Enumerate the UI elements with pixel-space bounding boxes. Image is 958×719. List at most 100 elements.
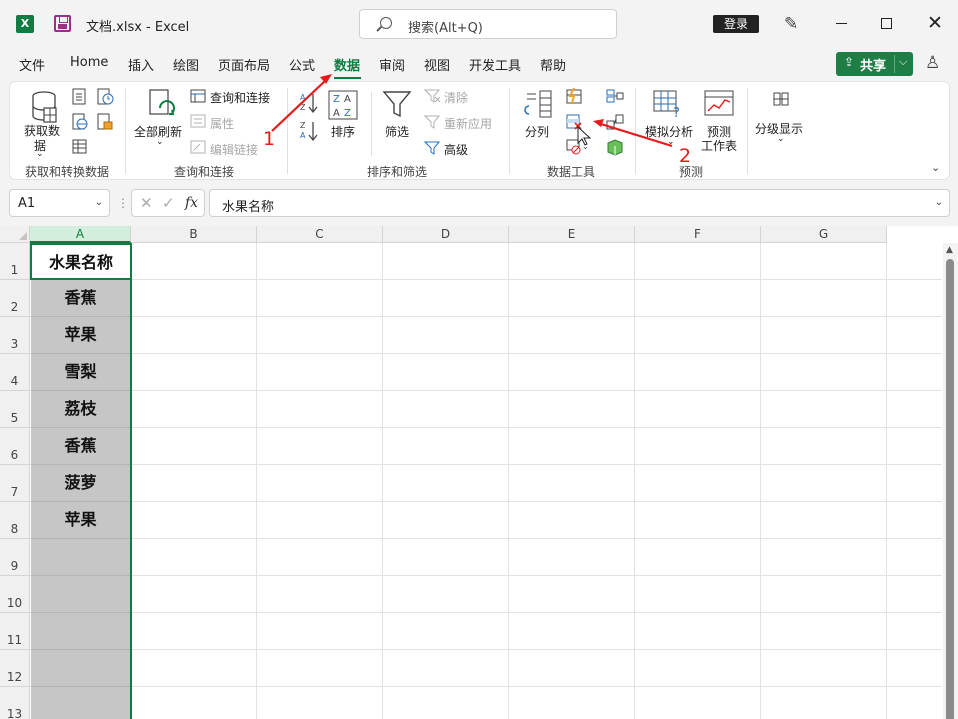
cell-a4[interactable]: 雪梨	[31, 354, 130, 391]
database-icon[interactable]	[30, 90, 58, 124]
row-header-13[interactable]: 13	[0, 687, 30, 719]
column-header-f[interactable]: F	[635, 226, 761, 243]
tab-formulas[interactable]: 公式	[289, 55, 315, 74]
cell-a8[interactable]: 苹果	[31, 502, 130, 539]
text-to-columns-label[interactable]: 分列	[525, 123, 549, 140]
chevron-down-icon[interactable]: ⌄	[36, 149, 44, 159]
expand-formula-icon[interactable]: ⌄	[935, 197, 943, 208]
cell-a12[interactable]	[31, 650, 130, 687]
tab-draw[interactable]: 绘图	[173, 55, 199, 74]
outline-icon[interactable]	[772, 91, 790, 107]
chevron-down-icon[interactable]: ⌄	[95, 197, 103, 208]
row-header-11[interactable]: 11	[0, 613, 30, 650]
tab-insert[interactable]: 插入	[128, 55, 154, 74]
row-header-8[interactable]: 8	[0, 502, 30, 539]
cell-a2[interactable]: 香蕉	[31, 280, 130, 317]
from-table-icon[interactable]	[71, 138, 89, 156]
column-header-b[interactable]: B	[131, 226, 257, 243]
data-model-icon[interactable]	[606, 138, 624, 156]
text-to-columns-icon[interactable]	[523, 90, 553, 120]
tab-review[interactable]: 审阅	[379, 55, 405, 74]
cell-a7[interactable]: 菠萝	[31, 465, 130, 502]
formula-input[interactable]: 水果名称 ⌄	[209, 189, 950, 217]
chevron-down-icon[interactable]: ⌄	[667, 137, 675, 147]
tab-page-layout[interactable]: 页面布局	[218, 55, 270, 74]
column-header-d[interactable]: D	[383, 226, 509, 243]
column-header-c[interactable]: C	[257, 226, 383, 243]
data-validation-icon[interactable]: ⌄	[565, 138, 591, 156]
sort-descending-icon[interactable]: ZA	[299, 119, 319, 145]
queries-connections-button[interactable]: 查询和连接	[210, 89, 270, 106]
spreadsheet-grid[interactable]: ABCDEFG 1 2 3 4 5 6 7 8 9 10 11 12 13 水果名称 香蕉 苹果 雪梨 荔枝 香蕉…	[0, 226, 958, 719]
tab-data[interactable]: 数据	[334, 55, 360, 74]
tab-developer[interactable]: 开发工具	[469, 55, 521, 74]
maximize-button[interactable]	[881, 18, 892, 29]
save-icon[interactable]	[54, 15, 71, 32]
minimize-button[interactable]	[836, 23, 847, 24]
row-header-2[interactable]: 2	[0, 280, 30, 317]
row-header-3[interactable]: 3	[0, 317, 30, 354]
row-header-4[interactable]: 4	[0, 354, 30, 391]
advanced-filter-icon[interactable]	[424, 140, 442, 156]
cancel-icon[interactable]: ✕	[140, 194, 153, 212]
splitter-icon[interactable]: ⋮	[117, 196, 129, 210]
row-header-12[interactable]: 12	[0, 650, 30, 687]
cell-a5[interactable]: 荔枝	[31, 391, 130, 428]
text-csv-icon[interactable]	[71, 88, 87, 106]
sort-label[interactable]: 排序	[331, 123, 355, 140]
column-header-a[interactable]: A	[30, 226, 131, 243]
sort-ascending-icon[interactable]: AZ	[299, 91, 319, 117]
from-web-icon[interactable]	[71, 113, 89, 131]
sort-icon[interactable]: Z AA Z	[328, 90, 358, 120]
insert-function-icon[interactable]: fx	[185, 195, 198, 211]
advanced-button[interactable]: 高级	[444, 141, 468, 158]
consolidate-icon[interactable]	[606, 87, 624, 105]
filter-icon[interactable]	[382, 89, 412, 121]
row-header-1[interactable]: 1	[0, 243, 30, 280]
forecast-sheet-label-2[interactable]: 工作表	[701, 137, 737, 154]
vertical-scrollbar[interactable]: ▲	[943, 243, 958, 719]
collapse-ribbon-icon[interactable]: ⌄	[931, 161, 940, 174]
scroll-up-icon[interactable]: ▲	[946, 245, 953, 255]
existing-connections-icon[interactable]	[96, 113, 114, 131]
chevron-down-icon[interactable]: ⌄	[156, 137, 164, 147]
column-header-e[interactable]: E	[509, 226, 635, 243]
scrollbar-thumb[interactable]	[946, 259, 954, 719]
name-box[interactable]: A1 ⌄	[9, 189, 110, 217]
recent-sources-icon[interactable]	[96, 88, 114, 106]
enter-icon[interactable]: ✓	[162, 194, 175, 212]
row-header-5[interactable]: 5	[0, 391, 30, 428]
cell-a11[interactable]	[31, 613, 130, 650]
filter-label[interactable]: 筛选	[385, 123, 409, 140]
queries-connections-icon[interactable]	[190, 89, 206, 103]
tab-help[interactable]: 帮助	[540, 55, 566, 74]
chevron-down-icon[interactable]: ⌵	[899, 55, 907, 69]
comment-icon[interactable]: ♙	[925, 53, 940, 73]
refresh-all-icon[interactable]	[147, 88, 177, 122]
forecast-sheet-icon[interactable]	[704, 90, 734, 118]
flash-fill-icon[interactable]	[565, 87, 583, 105]
share-button[interactable]: ⇪ 共享 ⌵	[836, 52, 913, 76]
chevron-down-icon[interactable]: ⌄	[777, 134, 785, 144]
login-button[interactable]: 登录	[713, 15, 759, 33]
what-if-analysis-icon[interactable]: ?	[653, 90, 685, 120]
row-header-10[interactable]: 10	[0, 576, 30, 613]
cell-a1[interactable]: 水果名称	[30, 243, 132, 280]
row-header-7[interactable]: 7	[0, 465, 30, 502]
cell-a10[interactable]	[31, 576, 130, 613]
tab-view[interactable]: 视图	[424, 55, 450, 74]
cell-a3[interactable]: 苹果	[31, 317, 130, 354]
close-button[interactable]: ✕	[927, 12, 943, 34]
cell-a13[interactable]	[31, 687, 130, 719]
column-header-g[interactable]: G	[761, 226, 887, 243]
cell-a6[interactable]: 香蕉	[31, 428, 130, 465]
relationships-icon[interactable]	[606, 113, 624, 131]
search-box[interactable]: 搜索(Alt+Q)	[359, 9, 617, 39]
row-header-9[interactable]: 9	[0, 539, 30, 576]
tab-home[interactable]: Home	[70, 55, 108, 70]
row-header-6[interactable]: 6	[0, 428, 30, 465]
select-all-corner[interactable]	[0, 226, 30, 243]
tab-file[interactable]: 文件	[19, 55, 45, 74]
cell-a9[interactable]	[31, 539, 130, 576]
remove-duplicates-icon[interactable]	[565, 113, 583, 131]
